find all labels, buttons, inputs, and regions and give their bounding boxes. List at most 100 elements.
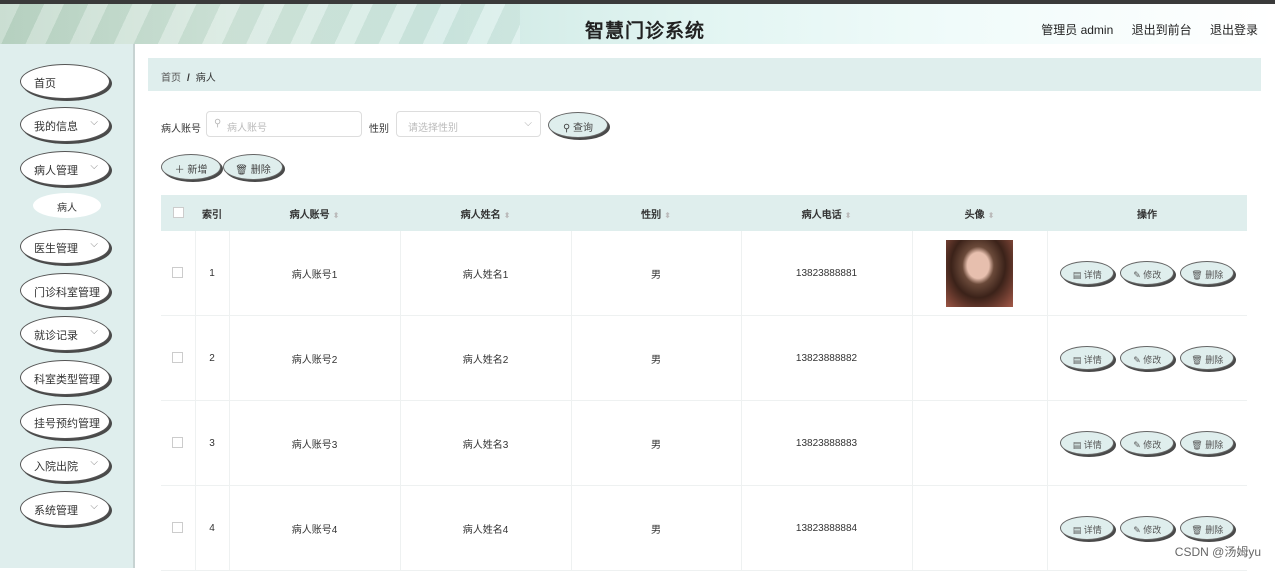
detail-button[interactable]: ▤ 详情 xyxy=(1060,261,1115,285)
column-header-gender[interactable]: 性别 ⬍ xyxy=(571,195,741,231)
trash-icon: 🗑 xyxy=(1191,440,1206,450)
sidebar-item-doctor-management[interactable]: 医生管理 ⌵ xyxy=(20,229,110,264)
sidebar-item-visit-records[interactable]: 就诊记录 ⌵ xyxy=(20,316,110,351)
cell-phone: 13823888884 xyxy=(740,485,912,571)
sidebar-item-label: 系统管理 xyxy=(34,505,78,517)
chevron-down-icon: ⌵ xyxy=(90,117,98,128)
trash-icon: 🗑 xyxy=(1191,355,1206,365)
row-select-cell xyxy=(161,400,195,486)
detail-button[interactable]: ▤ 详情 xyxy=(1060,346,1115,370)
row-checkbox[interactable] xyxy=(172,522,184,534)
select-all-checkbox[interactable] xyxy=(172,207,184,219)
detail-button-label: 详情 xyxy=(1083,525,1102,535)
document-icon: ▤ xyxy=(1072,270,1084,280)
delete-button-label: 删除 xyxy=(1205,270,1224,280)
sidebar-item-system-management[interactable]: 系统管理 ⌵ xyxy=(20,491,110,526)
table-row: 2 病人账号2 病人姓名2 男 13823888882 ▤ 详情 ✎ 修改 🗑 删除 xyxy=(161,315,1247,401)
edit-button[interactable]: ✎ 修改 xyxy=(1120,516,1175,540)
batch-delete-button[interactable]: 🗑 删除 xyxy=(223,154,283,180)
sidebar-item-department-types[interactable]: 科室类型管理 xyxy=(20,360,110,395)
document-icon: ▤ xyxy=(1072,440,1084,450)
batch-delete-button-label: 删除 xyxy=(250,165,271,176)
cell-phone: 13823888883 xyxy=(740,400,912,486)
sidebar-item-label: 门诊科室管理 xyxy=(34,287,100,299)
sort-icon: ⬍ xyxy=(987,210,995,220)
logout-link[interactable]: 退出登录 xyxy=(1210,23,1258,37)
edit-button-label: 修改 xyxy=(1143,355,1162,365)
row-select-cell xyxy=(161,315,195,401)
sidebar: 首页 我的信息 ⌵ 病人管理 ⌵ 病人 医生管理 ⌵ 门诊科室管理 就诊记录 ⌵… xyxy=(0,44,135,568)
detail-button[interactable]: ▤ 详情 xyxy=(1060,431,1115,455)
row-checkbox[interactable] xyxy=(172,267,184,279)
detail-button-label: 详情 xyxy=(1083,440,1102,450)
column-header-name[interactable]: 病人姓名 ⬍ xyxy=(400,195,571,231)
chevron-down-icon: ⌵ xyxy=(90,161,98,172)
avatar[interactable] xyxy=(946,239,1013,307)
cell-account: 病人账号4 xyxy=(228,485,400,571)
query-button[interactable]: ⚲ 查询 xyxy=(548,112,608,138)
sidebar-item-home[interactable]: 首页 xyxy=(20,64,110,99)
row-select-cell xyxy=(161,485,195,571)
column-header-phone[interactable]: 病人电话 ⬍ xyxy=(741,195,912,231)
detail-button-label: 详情 xyxy=(1083,355,1102,365)
edit-button-label: 修改 xyxy=(1143,525,1162,535)
cell-index: 4 xyxy=(194,485,229,571)
chevron-down-icon: ⌵ xyxy=(90,239,98,250)
sidebar-item-my-info[interactable]: 我的信息 ⌵ xyxy=(20,107,110,142)
row-checkbox[interactable] xyxy=(172,352,184,364)
sidebar-item-patient-management[interactable]: 病人管理 ⌵ xyxy=(20,151,110,186)
sidebar-item-appointment-management[interactable]: 挂号预约管理 xyxy=(20,404,110,439)
column-header-index: 索引 xyxy=(195,195,229,231)
gender-select[interactable]: 请选择性别 ⌵ xyxy=(396,111,541,137)
delete-button[interactable]: 🗑 删除 xyxy=(1180,516,1235,540)
column-header-avatar[interactable]: 头像 ⬍ xyxy=(912,195,1047,231)
edit-button[interactable]: ✎ 修改 xyxy=(1120,346,1175,370)
cell-name: 病人姓名3 xyxy=(399,400,571,486)
pencil-icon: ✎ xyxy=(1133,440,1144,450)
sidebar-item-label: 科室类型管理 xyxy=(34,374,100,386)
cell-ops: ▤ 详情 ✎ 修改 🗑 删除 xyxy=(1046,315,1247,401)
patient-table: 索引 病人账号 ⬍ 病人姓名 ⬍ 性别 ⬍ 病人电话 ⬍ 头像 ⬍ 操作 1 病人账号1 … xyxy=(161,195,1247,571)
header-links: 管理员 admin 退出到前台 退出登录 xyxy=(1041,21,1258,38)
account-search-input[interactable]: ⚲ 病人账号 xyxy=(206,111,362,137)
add-button-label: 新增 xyxy=(187,165,208,176)
cell-avatar xyxy=(911,231,1047,316)
edit-button-label: 修改 xyxy=(1143,440,1162,450)
sidebar-item-department-management[interactable]: 门诊科室管理 xyxy=(20,273,110,308)
cell-name: 病人姓名1 xyxy=(399,231,571,316)
delete-button[interactable]: 🗑 删除 xyxy=(1180,346,1235,370)
sidebar-item-label: 病人管理 xyxy=(34,165,78,177)
watermark: CSDN @汤姆yu xyxy=(1174,545,1261,559)
sidebar-item-label: 入院出院 xyxy=(34,461,78,473)
cell-account: 病人账号3 xyxy=(228,400,400,486)
detail-button[interactable]: ▤ 详情 xyxy=(1060,516,1115,540)
breadcrumb-home[interactable]: 首页 xyxy=(161,73,181,84)
sidebar-subitem-patient[interactable]: 病人 xyxy=(33,193,101,218)
gender-select-placeholder: 请选择性别 xyxy=(408,123,458,134)
sort-icon: ⬍ xyxy=(332,210,340,220)
cell-index: 1 xyxy=(194,231,229,316)
delete-button[interactable]: 🗑 删除 xyxy=(1180,431,1235,455)
sidebar-item-admission-discharge[interactable]: 入院出院 ⌵ xyxy=(20,447,110,482)
exit-to-front-link[interactable]: 退出到前台 xyxy=(1132,23,1192,37)
breadcrumb-separator: / xyxy=(187,73,190,84)
sidebar-item-label: 我的信息 xyxy=(34,121,78,133)
cell-ops: ▤ 详情 ✎ 修改 🗑 删除 xyxy=(1046,400,1247,486)
chevron-down-icon: ⌵ xyxy=(90,457,98,468)
cell-gender: 男 xyxy=(570,485,741,571)
delete-button-label: 删除 xyxy=(1205,440,1224,450)
table-row: 4 病人账号4 病人姓名4 男 13823888884 ▤ 详情 ✎ 修改 🗑 删除 xyxy=(161,485,1247,571)
select-all-cell xyxy=(161,195,195,231)
search-icon: ⚲ xyxy=(562,123,574,134)
sort-icon: ⬍ xyxy=(844,210,852,220)
cell-account: 病人账号2 xyxy=(228,315,400,401)
column-header-account[interactable]: 病人账号 ⬍ xyxy=(229,195,400,231)
add-button[interactable]: ＋ 新增 xyxy=(161,154,221,180)
account-filter-label: 病人账号 xyxy=(161,124,201,135)
row-checkbox[interactable] xyxy=(172,437,184,449)
cell-ops: ▤ 详情 ✎ 修改 🗑 删除 xyxy=(1046,231,1247,316)
delete-button[interactable]: 🗑 删除 xyxy=(1180,261,1235,285)
edit-button[interactable]: ✎ 修改 xyxy=(1120,431,1175,455)
trash-icon: 🗑 xyxy=(235,165,251,176)
edit-button[interactable]: ✎ 修改 xyxy=(1120,261,1175,285)
